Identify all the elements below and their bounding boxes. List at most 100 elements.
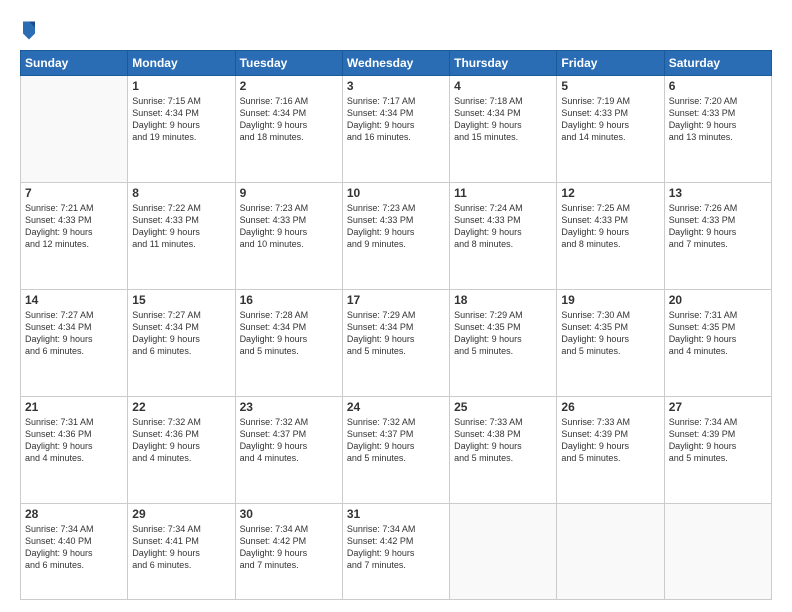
day-number: 20 [669,293,767,307]
day-number: 12 [561,186,659,200]
cell-info: Sunrise: 7:19 AM Sunset: 4:33 PM Dayligh… [561,95,659,144]
weekday-saturday: Saturday [664,51,771,76]
cell-info: Sunrise: 7:25 AM Sunset: 4:33 PM Dayligh… [561,202,659,251]
calendar-cell: 1 Sunrise: 7:15 AM Sunset: 4:34 PM Daylig… [128,76,235,183]
calendar-cell: 3Sunrise: 7:17 AM Sunset: 4:34 PM Daylig… [342,76,449,183]
day-number: 27 [669,400,767,414]
calendar-cell: 19 Sunrise: 7:30 AM Sunset: 4:35 PM Dayli… [557,289,664,396]
cell-info: Sunrise: 7:34 AM Sunset: 4:41 PM Dayligh… [132,523,230,572]
day-number: 19 [561,293,659,307]
calendar-cell: 28 Sunrise: 7:34 AM Sunset: 4:40 PM Dayli… [21,503,128,600]
calendar-cell: 21 Sunrise: 7:31 AM Sunset: 4:36 PM Dayli… [21,396,128,503]
weekday-monday: Monday [128,51,235,76]
cell-info: Sunrise: 7:31 AM Sunset: 4:36 PM Dayligh… [25,416,123,465]
day-number: 7 [25,186,123,200]
day-number: 2 [240,79,338,93]
cell-info: Sunrise: 7:34 AM Sunset: 4:40 PM Dayligh… [25,523,123,572]
day-number: 23 [240,400,338,414]
cell-info: Sunrise: 7:18 AM Sunset: 4:34 PM Dayligh… [454,95,552,144]
week-row-4: 21 Sunrise: 7:31 AM Sunset: 4:36 PM Dayli… [21,396,772,503]
day-number: 1 [132,79,230,93]
cell-info: Sunrise: 7:24 AM Sunset: 4:33 PM Dayligh… [454,202,552,251]
calendar-cell [557,503,664,600]
calendar-cell: 26Sunrise: 7:33 AM Sunset: 4:39 PM Dayli… [557,396,664,503]
day-number: 17 [347,293,445,307]
logo-icon [20,18,38,40]
weekday-sunday: Sunday [21,51,128,76]
weekday-tuesday: Tuesday [235,51,342,76]
weekday-thursday: Thursday [450,51,557,76]
weekday-header-row: SundayMondayTuesdayWednesdayThursdayFrid… [21,51,772,76]
cell-info: Sunrise: 7:20 AM Sunset: 4:33 PM Dayligh… [669,95,767,144]
weekday-friday: Friday [557,51,664,76]
cell-info: Sunrise: 7:30 AM Sunset: 4:35 PM Dayligh… [561,309,659,358]
day-number: 30 [240,507,338,521]
cell-info: Sunrise: 7:27 AM Sunset: 4:34 PM Dayligh… [25,309,123,358]
day-number: 28 [25,507,123,521]
calendar-cell [450,503,557,600]
calendar-cell [21,76,128,183]
day-number: 10 [347,186,445,200]
cell-info: Sunrise: 7:28 AM Sunset: 4:34 PM Dayligh… [240,309,338,358]
cell-info: Sunrise: 7:31 AM Sunset: 4:35 PM Dayligh… [669,309,767,358]
calendar-cell: 15Sunrise: 7:27 AM Sunset: 4:34 PM Dayli… [128,289,235,396]
cell-info: Sunrise: 7:17 AM Sunset: 4:34 PM Dayligh… [347,95,445,144]
calendar-cell: 16 Sunrise: 7:28 AM Sunset: 4:34 PM Dayli… [235,289,342,396]
week-row-2: 7 Sunrise: 7:21 AM Sunset: 4:33 PM Daylig… [21,182,772,289]
calendar-table: SundayMondayTuesdayWednesdayThursdayFrid… [20,50,772,600]
calendar-cell: 17 Sunrise: 7:29 AM Sunset: 4:34 PM Dayli… [342,289,449,396]
day-number: 18 [454,293,552,307]
cell-info: Sunrise: 7:22 AM Sunset: 4:33 PM Dayligh… [132,202,230,251]
calendar-cell: 23 Sunrise: 7:32 AM Sunset: 4:37 PM Dayli… [235,396,342,503]
day-number: 8 [132,186,230,200]
calendar-cell: 30 Sunrise: 7:34 AM Sunset: 4:42 PM Dayli… [235,503,342,600]
calendar-cell: 5Sunrise: 7:19 AM Sunset: 4:33 PM Daylig… [557,76,664,183]
cell-info: Sunrise: 7:34 AM Sunset: 4:39 PM Dayligh… [669,416,767,465]
calendar-cell: 10Sunrise: 7:23 AM Sunset: 4:33 PM Dayli… [342,182,449,289]
day-number: 16 [240,293,338,307]
calendar-cell: 11 Sunrise: 7:24 AM Sunset: 4:33 PM Dayli… [450,182,557,289]
calendar-cell: 14 Sunrise: 7:27 AM Sunset: 4:34 PM Dayli… [21,289,128,396]
cell-info: Sunrise: 7:32 AM Sunset: 4:37 PM Dayligh… [240,416,338,465]
calendar-cell: 27 Sunrise: 7:34 AM Sunset: 4:39 PM Dayli… [664,396,771,503]
cell-info: Sunrise: 7:29 AM Sunset: 4:35 PM Dayligh… [454,309,552,358]
day-number: 13 [669,186,767,200]
calendar-cell: 31 Sunrise: 7:34 AM Sunset: 4:42 PM Dayli… [342,503,449,600]
calendar-cell: 12 Sunrise: 7:25 AM Sunset: 4:33 PM Dayli… [557,182,664,289]
day-number: 9 [240,186,338,200]
calendar-cell: 9Sunrise: 7:23 AM Sunset: 4:33 PM Daylig… [235,182,342,289]
calendar-cell: 6Sunrise: 7:20 AM Sunset: 4:33 PM Daylig… [664,76,771,183]
cell-info: Sunrise: 7:21 AM Sunset: 4:33 PM Dayligh… [25,202,123,251]
page: SundayMondayTuesdayWednesdayThursdayFrid… [0,0,792,612]
cell-info: Sunrise: 7:33 AM Sunset: 4:39 PM Dayligh… [561,416,659,465]
day-number: 24 [347,400,445,414]
day-number: 31 [347,507,445,521]
calendar-cell: 2 Sunrise: 7:16 AM Sunset: 4:34 PM Daylig… [235,76,342,183]
cell-info: Sunrise: 7:32 AM Sunset: 4:36 PM Dayligh… [132,416,230,465]
cell-info: Sunrise: 7:16 AM Sunset: 4:34 PM Dayligh… [240,95,338,144]
cell-info: Sunrise: 7:29 AM Sunset: 4:34 PM Dayligh… [347,309,445,358]
calendar-cell: 7 Sunrise: 7:21 AM Sunset: 4:33 PM Daylig… [21,182,128,289]
day-number: 29 [132,507,230,521]
day-number: 22 [132,400,230,414]
cell-info: Sunrise: 7:34 AM Sunset: 4:42 PM Dayligh… [240,523,338,572]
calendar-cell: 24Sunrise: 7:32 AM Sunset: 4:37 PM Dayli… [342,396,449,503]
cell-info: Sunrise: 7:26 AM Sunset: 4:33 PM Dayligh… [669,202,767,251]
calendar-cell: 29 Sunrise: 7:34 AM Sunset: 4:41 PM Dayli… [128,503,235,600]
cell-info: Sunrise: 7:15 AM Sunset: 4:34 PM Dayligh… [132,95,230,144]
week-row-3: 14 Sunrise: 7:27 AM Sunset: 4:34 PM Dayli… [21,289,772,396]
calendar-cell: 18 Sunrise: 7:29 AM Sunset: 4:35 PM Dayli… [450,289,557,396]
week-row-1: 1 Sunrise: 7:15 AM Sunset: 4:34 PM Daylig… [21,76,772,183]
calendar-cell: 13 Sunrise: 7:26 AM Sunset: 4:33 PM Dayli… [664,182,771,289]
cell-info: Sunrise: 7:34 AM Sunset: 4:42 PM Dayligh… [347,523,445,572]
day-number: 4 [454,79,552,93]
day-number: 14 [25,293,123,307]
calendar-cell: 4 Sunrise: 7:18 AM Sunset: 4:34 PM Daylig… [450,76,557,183]
weekday-wednesday: Wednesday [342,51,449,76]
header [20,18,772,40]
calendar-cell: 8 Sunrise: 7:22 AM Sunset: 4:33 PM Daylig… [128,182,235,289]
calendar-cell: 20 Sunrise: 7:31 AM Sunset: 4:35 PM Dayli… [664,289,771,396]
day-number: 11 [454,186,552,200]
day-number: 21 [25,400,123,414]
cell-info: Sunrise: 7:27 AM Sunset: 4:34 PM Dayligh… [132,309,230,358]
